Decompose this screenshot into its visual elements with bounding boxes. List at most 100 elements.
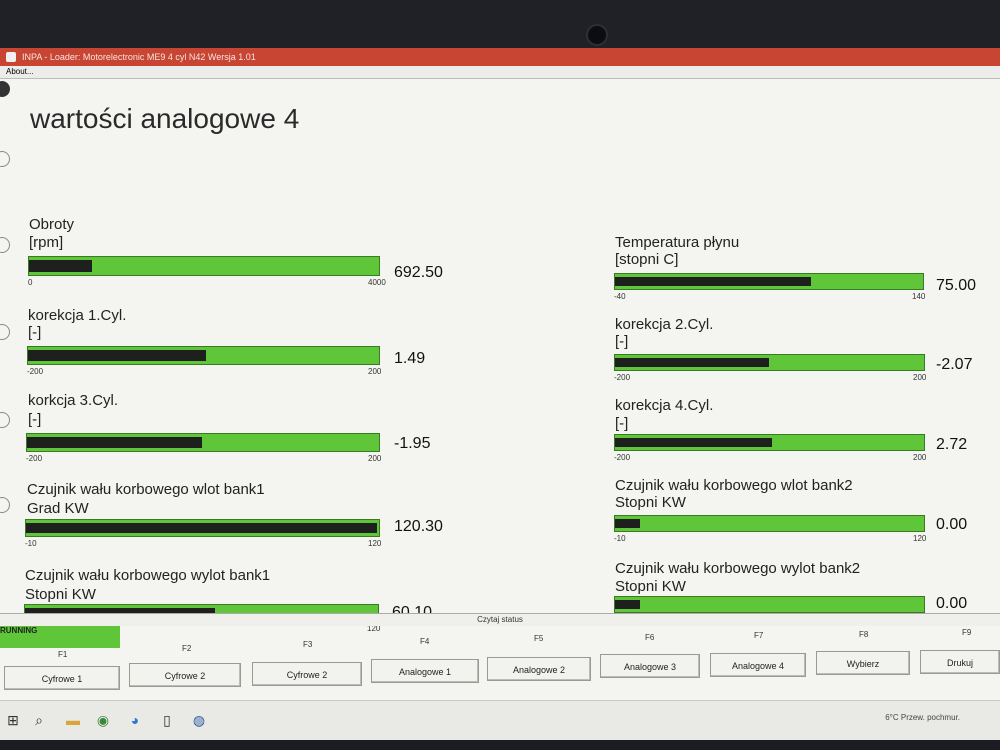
gauge-value: 692.50: [394, 264, 443, 281]
gauge-value: 1.49: [394, 350, 426, 367]
gauge-bar-fill: [26, 523, 377, 533]
gauge-max: 140: [912, 292, 926, 301]
gauge-min: -200: [27, 367, 44, 376]
bmw-app-icon[interactable]: ◍: [190, 711, 208, 729]
fkey-label: F6: [645, 633, 655, 642]
gauge-unit: Stopni KW: [615, 494, 686, 511]
radio-button[interactable]: [0, 81, 10, 97]
gauge-label: korekcja 2.Cyl.: [615, 316, 714, 333]
gauge-label: Czujnik wału korbowego wlot bank1: [27, 481, 265, 498]
laptop-bezel-top: [0, 0, 1000, 48]
running-indicator: RUNNING: [0, 626, 120, 648]
gauge-bar-fill: [615, 519, 640, 528]
fkey-button[interactable]: Analogowe 3: [600, 654, 700, 678]
radio-button[interactable]: [0, 237, 10, 253]
fkey-label: F9: [962, 628, 972, 637]
gauge-label: korkcja 3.Cyl.: [28, 392, 119, 409]
gauge-bar-fill: [28, 350, 206, 361]
gauge-label: korekcja 1.Cyl.: [28, 307, 127, 324]
gauge-unit: Grad KW: [27, 500, 89, 517]
gauge-unit: [rpm]: [29, 234, 64, 251]
gauge-max: 200: [368, 367, 382, 376]
radio-button[interactable]: [0, 497, 10, 513]
gauge-value: 120.30: [394, 518, 443, 535]
gauge-bar-fill: [29, 260, 92, 272]
window-titlebar[interactable]: INPA - Loader: Motorelectronic ME9 4 cyl…: [0, 48, 1000, 66]
running-label: RUNNING: [0, 626, 38, 635]
gauge-bar: [26, 433, 380, 452]
fkey-button[interactable]: Analogowe 1: [371, 659, 479, 683]
gauge-bar-fill: [615, 358, 769, 367]
gauge-bar: [614, 354, 925, 371]
gauge-value: -2.07: [936, 356, 973, 373]
windows-taskbar: ⊞ ⌕ ▬ ◉ ◕ ▯ ◍ 6°C Przew. pochmur.: [0, 700, 1000, 740]
gauge-min: -200: [26, 454, 43, 463]
fkey-label: F8: [859, 630, 869, 639]
gauge-label: Temperatura płynu: [615, 234, 740, 251]
weather-text: 6°C Przew. pochmur.: [885, 713, 960, 722]
radio-button[interactable]: [0, 412, 10, 428]
fkey-button[interactable]: Cyfrowe 2: [129, 663, 241, 687]
edge-icon[interactable]: ◕: [126, 711, 144, 729]
gauge-max: 200: [913, 453, 927, 462]
gauge-max: 4000: [368, 278, 386, 287]
gauge-max: 120: [913, 534, 927, 543]
gauge-value: 75.00: [936, 277, 977, 294]
fkey-button[interactable]: Drukuj: [920, 650, 1000, 674]
gauge-bar-fill: [615, 277, 811, 286]
page-title: wartości analogowe 4: [30, 103, 300, 134]
chrome-icon[interactable]: ◉: [94, 711, 112, 729]
gauge-min: -10: [614, 534, 626, 543]
gauge-value: 0.00: [936, 516, 968, 533]
gauge-bar: [614, 273, 924, 290]
fkey-button[interactable]: Cyfrowe 1: [4, 666, 120, 690]
fkey-label: F7: [754, 631, 764, 640]
radio-button[interactable]: [0, 151, 10, 167]
gauge-max: 200: [368, 454, 382, 463]
fkey-label: F3: [303, 640, 313, 649]
gauge-bar: [614, 434, 925, 451]
gauge-unit: Stopni KW: [615, 578, 686, 595]
gauge-min: -200: [614, 453, 631, 462]
gauge-min: -10: [25, 539, 37, 548]
search-icon[interactable]: ⌕: [30, 711, 48, 729]
status-line: Czytaj status: [0, 613, 1000, 626]
gauge-value: 2.72: [936, 436, 968, 453]
fkey-button[interactable]: Wybierz: [816, 651, 910, 675]
fkey-label: F2: [182, 644, 192, 653]
gauge-bar: [614, 515, 925, 532]
laptop-bezel-bottom: [0, 740, 1000, 750]
gauge-unit: Stopni KW: [25, 586, 96, 603]
gauge-min: -200: [614, 373, 631, 382]
menubar: About...: [0, 66, 1000, 79]
gauge-bar: [27, 346, 380, 365]
fkey-label: F1: [58, 650, 68, 659]
gauge-unit: [stopni C]: [615, 251, 679, 268]
gauge-label: Czujnik wału korbowego wlot bank2: [615, 477, 853, 494]
gauge-min: 0: [28, 278, 33, 287]
gauge-label: Czujnik wału korbowego wylot bank2: [615, 560, 861, 577]
gauge-label: korekcja 4.Cyl.: [615, 397, 714, 414]
gauge-max: 200: [913, 373, 927, 382]
fkey-button[interactable]: Cyfrowe 2: [252, 662, 362, 686]
function-key-bar: F1 Cyfrowe 1 F2 Cyfrowe 2 F3 Cyfrowe 2 F4 Analo…: [0, 626, 1000, 696]
gauge-unit: [-]: [28, 324, 42, 341]
gauge-value: 0.00: [936, 595, 968, 612]
screen: INPA - Loader: Motorelectronic ME9 4 cyl…: [0, 48, 1000, 740]
gauge-label: Czujnik wału korbowego wylot bank1: [25, 567, 271, 584]
fkey-label: F4: [420, 637, 430, 646]
window-title: INPA - Loader: Motorelectronic ME9 4 cyl…: [22, 52, 256, 62]
gauge-unit: [-]: [615, 415, 629, 432]
notepad-icon[interactable]: ▯: [158, 711, 176, 729]
windows-start-icon[interactable]: ⊞: [4, 711, 22, 729]
file-explorer-icon[interactable]: ▬: [64, 711, 82, 729]
gauge-unit: [-]: [28, 411, 42, 428]
gauge-unit: [-]: [615, 333, 629, 350]
menu-about[interactable]: About...: [6, 66, 34, 78]
fkey-button[interactable]: Analogowe 2: [487, 657, 591, 681]
gauge-bar-fill: [615, 600, 640, 609]
gauge-label: Obroty: [29, 216, 75, 233]
radio-button[interactable]: [0, 324, 10, 340]
main-content: wartości analogowe 4 Obroty [rpm] 0 4000 692…: [0, 79, 1000, 633]
fkey-button[interactable]: Analogowe 4: [710, 653, 806, 677]
